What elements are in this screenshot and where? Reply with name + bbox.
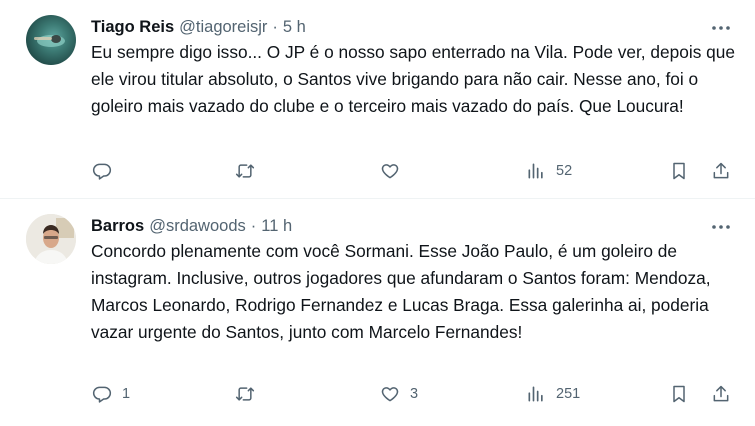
author-name[interactable]: Tiago Reis [91, 18, 174, 37]
views-icon [526, 161, 546, 181]
share-button[interactable] [711, 160, 731, 182]
tweet-text: Concordo plenamente com você Sormani. Es… [91, 241, 711, 342]
more-icon[interactable] [711, 217, 731, 237]
reply-icon [92, 161, 112, 181]
tweet[interactable]: Barros @srdawoods · 11 h Concordo plenam… [0, 199, 755, 426]
retweet-button[interactable] [235, 383, 265, 405]
bookmark-icon [669, 161, 689, 181]
reply-button[interactable]: 1 [92, 383, 130, 405]
action-bar: 52 [0, 160, 755, 182]
views-count: 52 [556, 163, 573, 179]
separator: · [272, 17, 278, 36]
avatar[interactable] [26, 214, 76, 264]
reply-button[interactable] [92, 160, 122, 182]
views-button[interactable]: 251 [526, 383, 580, 405]
timestamp[interactable]: 5 h [283, 18, 306, 37]
bookmark-button[interactable] [669, 160, 689, 182]
separator: · [250, 216, 257, 235]
like-button[interactable]: 3 [380, 383, 418, 405]
tweet[interactable]: Tiago Reis @tiagoreisjr · 5 h Eu sempre … [0, 0, 755, 199]
like-button[interactable] [380, 160, 410, 182]
action-bar: 1 3 251 [0, 383, 755, 405]
like-icon [380, 384, 400, 404]
more-icon[interactable] [711, 18, 731, 38]
tweet-text: Eu sempre digo isso... O JP é o nosso sa… [91, 42, 735, 116]
retweet-icon [235, 161, 255, 181]
views-count: 251 [556, 386, 581, 402]
reply-count: 1 [122, 386, 131, 402]
reply-icon [92, 384, 112, 404]
views-button[interactable]: 52 [526, 160, 572, 182]
share-icon [711, 161, 731, 181]
tweet-header: Barros @srdawoods · 11 h [91, 216, 292, 236]
views-icon [526, 384, 546, 404]
bookmark-icon [669, 384, 689, 404]
author-handle[interactable]: @srdawoods [149, 217, 246, 236]
avatar[interactable] [26, 15, 76, 65]
author-handle[interactable]: @tiagoreisjr [179, 18, 267, 37]
like-count: 3 [410, 386, 419, 402]
tweet-header: Tiago Reis @tiagoreisjr · 5 h [91, 17, 306, 37]
timestamp[interactable]: 11 h [261, 217, 292, 236]
bookmark-button[interactable] [669, 383, 689, 405]
retweet-icon [235, 384, 255, 404]
author-name[interactable]: Barros [91, 217, 144, 236]
share-icon [711, 384, 731, 404]
retweet-button[interactable] [235, 160, 265, 182]
share-button[interactable] [711, 383, 731, 405]
like-icon [380, 161, 400, 181]
